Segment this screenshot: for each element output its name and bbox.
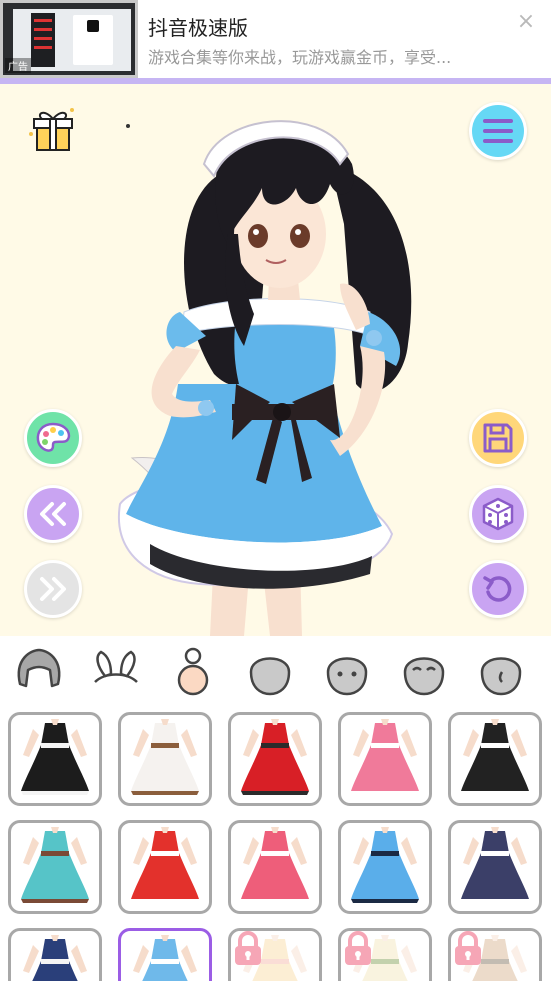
face-tab-icon-3[interactable] [397,644,451,698]
outfit-item[interactable] [228,820,322,914]
dressup-stage [0,84,551,636]
face-tab-icon-2[interactable] [320,644,374,698]
outfit-item[interactable] [228,928,322,981]
outfit-bunny-red [241,719,309,795]
outfit-item[interactable] [338,820,432,914]
outfit-item[interactable] [338,928,432,981]
outfit-red-maid [131,827,199,903]
outfit-item[interactable] [118,820,212,914]
menu-icon [483,119,513,143]
outfit-item[interactable] [118,928,212,981]
ad-banner[interactable]: 广告 抖音极速版 游戏合集等你来战，玩游戏赢金币，享受... × [0,0,551,78]
ad-subtitle[interactable]: 游戏合集等你来战，玩游戏赢金币，享受... [148,44,508,68]
outfit-blue-maid [133,935,197,981]
body-tab-icon[interactable] [166,644,220,698]
menu-button[interactable] [469,102,527,160]
outfit-item[interactable] [8,712,102,806]
close-icon[interactable]: × [514,10,538,34]
ad-thumbnail[interactable]: 广告 [0,0,138,78]
ad-title[interactable]: 抖音极速版 [148,12,248,41]
outfit-maid-pink [351,719,419,795]
outfit-teal-dress [21,827,89,903]
palette-button[interactable] [24,409,82,467]
next-button[interactable] [24,560,82,618]
ad-label: 广告 [5,58,31,73]
undo-button[interactable] [469,560,527,618]
outfit-item[interactable] [338,712,432,806]
outfit-navy-jacket [23,935,87,981]
outfit-item[interactable] [448,928,542,981]
character-illustration [117,120,412,636]
category-tabs [0,636,551,706]
save-icon [483,423,513,453]
outfit-item[interactable] [228,712,322,806]
outfit-pink-dress [241,827,309,903]
lock-icon [235,931,261,965]
save-button[interactable] [469,409,527,467]
outfit-blue-dress [351,827,419,903]
hair-tab-icon[interactable] [12,644,66,698]
outfit-item[interactable] [448,820,542,914]
ears-tab-icon[interactable] [89,644,143,698]
dice-icon [482,497,514,531]
fast-forward-icon [40,577,66,601]
previous-button[interactable] [24,485,82,543]
outfit-item[interactable] [448,712,542,806]
undo-icon [483,576,512,602]
lock-icon [345,931,371,965]
rewind-icon [40,502,66,526]
randomize-button[interactable] [469,485,527,543]
outfit-bunny-white [131,719,199,795]
face-tab-icon-4[interactable] [474,644,528,698]
outfit-item[interactable] [8,820,102,914]
outfit-item[interactable] [8,928,102,981]
lock-icon [455,931,481,965]
gift-icon[interactable] [28,104,78,154]
outfit-sailor-navy [461,827,529,903]
face-tab-icon-1[interactable] [243,644,297,698]
outfit-item[interactable] [118,712,212,806]
outfit-gothic-black [461,719,529,795]
palette-icon [36,422,71,452]
outfit-bunny-black [21,719,89,795]
outfit-grid [0,706,551,981]
